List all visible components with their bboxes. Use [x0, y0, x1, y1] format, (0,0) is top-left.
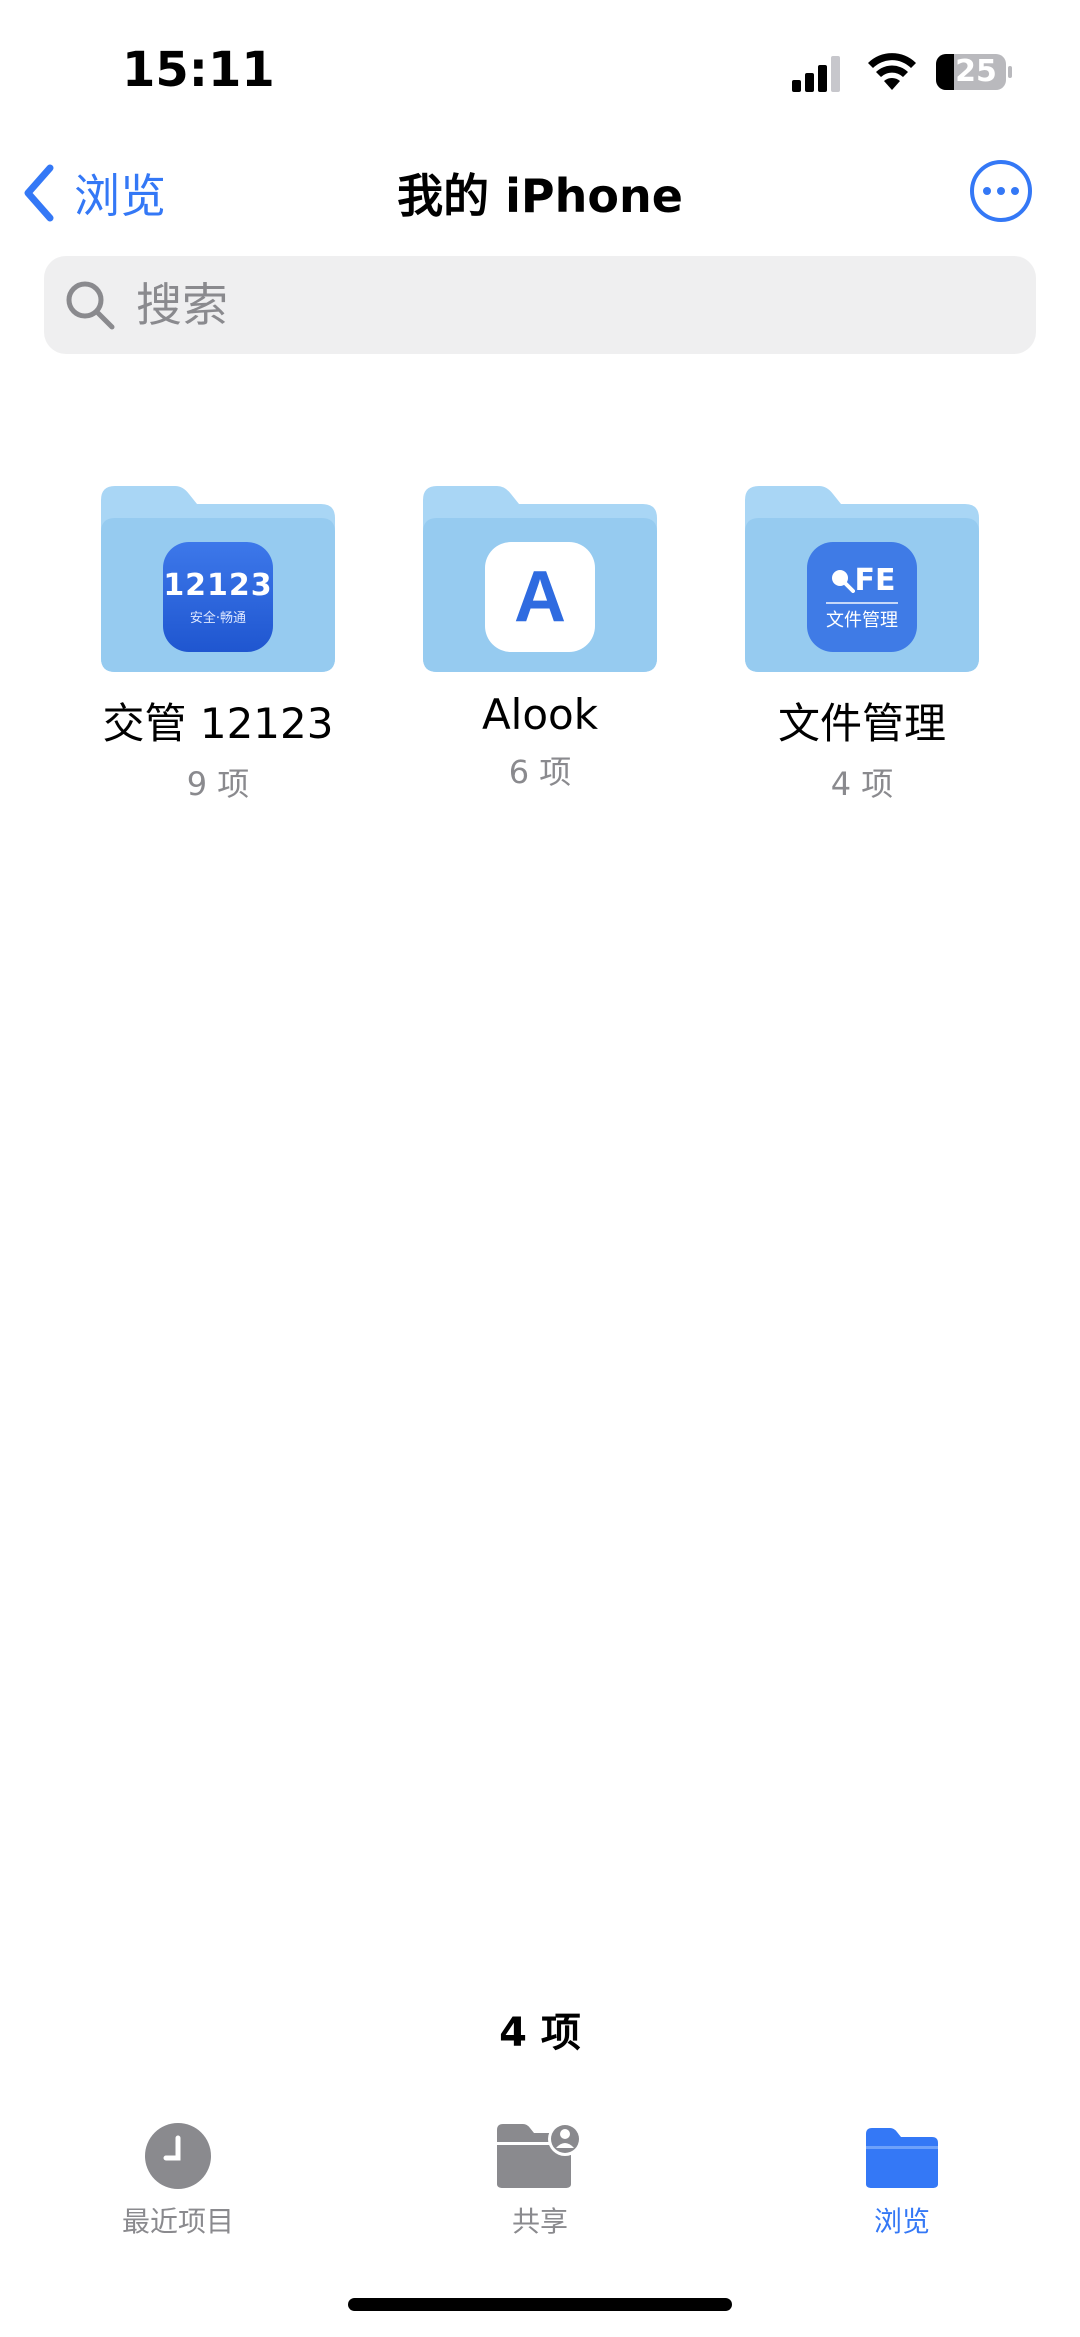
home-indicator[interactable] — [348, 2298, 732, 2311]
wifi-icon — [868, 53, 916, 90]
status-bar: 15:11 25 — [0, 0, 1080, 140]
more-options-button[interactable] — [970, 160, 1032, 222]
tab-label: 共享 — [511, 2205, 568, 2238]
magnifier-icon — [831, 570, 855, 593]
tab-label: 最近项目 — [121, 2205, 234, 2238]
folder-file-manager[interactable]: FE 文件管理 文件管理 4 项 — [732, 486, 992, 805]
app-badge-12123: 12123 安全·畅通 — [163, 542, 273, 652]
folder-icon: FE 文件管理 — [745, 486, 979, 672]
search-bar[interactable] — [44, 256, 1036, 354]
folder-jiaoguan-12123[interactable]: 12123 安全·畅通 交管 12123 9 项 — [88, 486, 348, 805]
folder-alook[interactable]: A Alook 6 项 — [410, 486, 670, 793]
tab-recents[interactable]: 最近项目 — [58, 2110, 298, 2240]
search-icon — [66, 281, 115, 330]
folder-name: Alook — [481, 690, 599, 739]
app-badge-sub: 安全·畅通 — [189, 611, 247, 626]
folder-item-count: 4 项 — [830, 765, 894, 803]
search-input[interactable] — [134, 277, 958, 333]
folder-name: 交管 12123 — [102, 699, 334, 748]
app-badge-alook: A — [485, 542, 595, 652]
page-title: 我的 iPhone — [397, 169, 683, 223]
tab-bar: 最近项目 共享 浏览 — [0, 2110, 1080, 2270]
ellipsis-dot — [983, 187, 991, 195]
folder-name: 文件管理 — [777, 699, 946, 748]
folder-item-count: 6 项 — [508, 753, 572, 791]
app-badge-text: 12123 — [163, 568, 273, 603]
app-badge-fe: FE 文件管理 — [807, 542, 917, 652]
tab-browse[interactable]: 浏览 — [782, 2110, 1022, 2240]
cellular-signal-icon — [792, 56, 840, 92]
ellipsis-dot — [997, 187, 1005, 195]
tab-shared[interactable]: 共享 — [420, 2110, 660, 2240]
app-badge-text: FE — [854, 562, 896, 598]
folder-icon: 12123 安全·畅通 — [101, 486, 335, 672]
folder-icon: A — [423, 486, 657, 672]
shared-folder-icon — [497, 2122, 582, 2188]
app-badge-text: A — [514, 557, 566, 637]
battery-level: 25 — [955, 54, 997, 89]
status-time: 15:11 — [122, 42, 275, 98]
clock-icon — [145, 2123, 211, 2189]
folder-item-count: 9 项 — [186, 765, 250, 803]
app-badge-sub: 文件管理 — [826, 601, 898, 632]
folder-icon — [866, 2128, 938, 2188]
tab-label: 浏览 — [873, 2205, 930, 2238]
total-item-count: 4 项 — [499, 2010, 581, 2056]
ellipsis-dot — [1011, 187, 1019, 195]
